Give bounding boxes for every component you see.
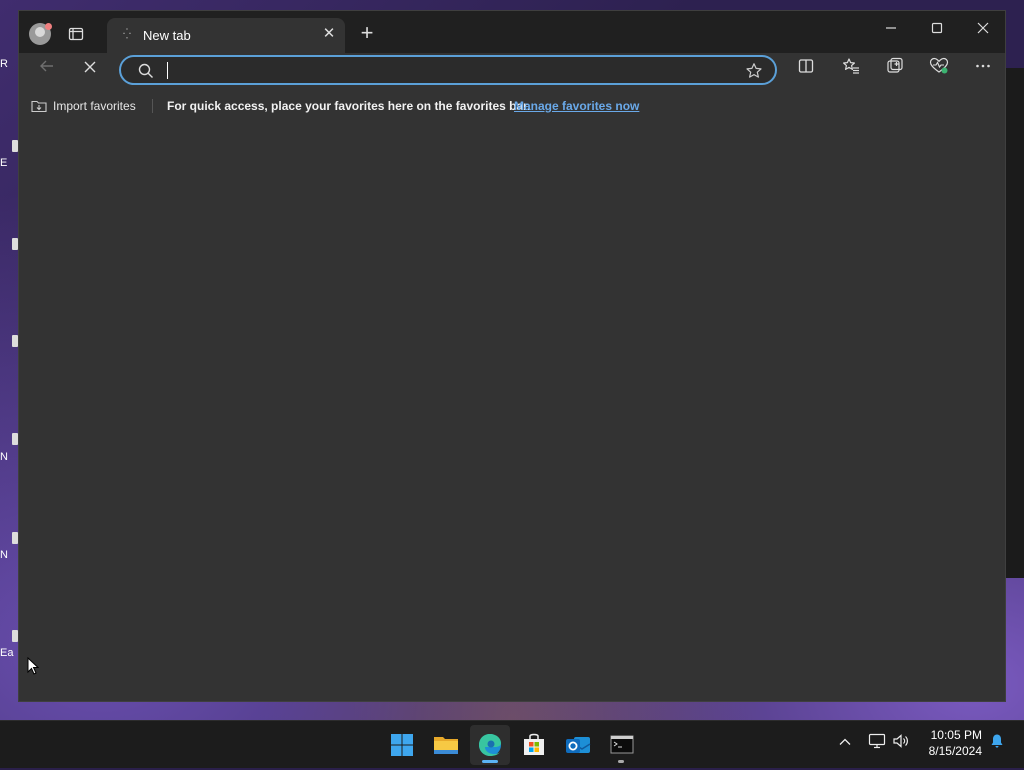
browser-essentials-button[interactable] xyxy=(925,57,953,85)
split-screen-button[interactable] xyxy=(792,57,820,85)
page-content-area[interactable] xyxy=(19,119,1005,701)
tab-close-icon[interactable]: ✕ xyxy=(321,26,337,42)
title-bar: ⁛ New tab ✕ + xyxy=(19,11,1005,53)
chevron-up-icon xyxy=(839,738,851,745)
address-bar[interactable] xyxy=(119,55,777,85)
volume-button[interactable] xyxy=(890,733,912,755)
background-window-edge xyxy=(1006,68,1024,578)
edge-taskbar-button[interactable] xyxy=(470,725,510,765)
system-clock[interactable]: 10:05 PM 8/15/2024 xyxy=(918,727,982,759)
browser-window: ⁛ New tab ✕ + Import favorites For quick… xyxy=(18,10,1006,702)
network-button[interactable] xyxy=(866,733,888,755)
more-dots-icon xyxy=(976,64,990,68)
terminal-button[interactable] xyxy=(602,725,642,765)
bell-icon xyxy=(991,734,1003,748)
file-explorer-icon xyxy=(434,737,458,754)
manage-favorites-link[interactable]: Manage favorites now xyxy=(514,99,639,113)
edge-icon xyxy=(479,734,501,756)
outlook-button[interactable] xyxy=(558,725,598,765)
back-button[interactable] xyxy=(33,57,61,85)
favorites-icon xyxy=(843,58,859,74)
collections-button[interactable] xyxy=(881,57,909,85)
start-button[interactable] xyxy=(382,725,422,765)
import-favorites-icon xyxy=(31,100,47,113)
outlook-icon xyxy=(566,737,591,753)
back-arrow-icon xyxy=(40,60,53,72)
loading-spinner-icon: ⁛ xyxy=(123,29,131,40)
microsoft-store-icon xyxy=(524,733,544,755)
new-tab-button[interactable]: + xyxy=(357,22,377,44)
minimize-button[interactable] xyxy=(871,17,911,41)
maximize-button[interactable] xyxy=(917,17,957,41)
maximize-icon xyxy=(931,22,943,34)
import-favorites-button[interactable]: Import favorites xyxy=(31,97,136,115)
close-window-button[interactable] xyxy=(963,17,1003,41)
desktop-icon-label[interactable]: Ea xyxy=(0,647,20,659)
stop-loading-button[interactable] xyxy=(76,57,104,85)
minimize-icon xyxy=(886,27,896,29)
profile-notification-dot xyxy=(45,23,52,30)
taskbar: 10:05 PM 8/15/2024 xyxy=(0,720,1024,768)
close-icon xyxy=(977,22,989,34)
notifications-button[interactable] xyxy=(986,733,1008,755)
desktop-icon-label[interactable]: E xyxy=(0,157,20,169)
terminal-icon xyxy=(610,735,634,754)
favorites-button[interactable] xyxy=(837,57,865,85)
add-favorite-star-icon[interactable] xyxy=(745,62,763,80)
tab-actions-icon xyxy=(68,27,84,41)
show-hidden-icons-button[interactable] xyxy=(834,733,856,755)
tab-new-tab[interactable]: ⁛ New tab ✕ xyxy=(107,18,345,53)
collections-icon xyxy=(887,57,903,73)
microsoft-store-button[interactable] xyxy=(514,725,554,765)
desktop-icon-label[interactable]: R xyxy=(0,58,20,70)
tab-title: New tab xyxy=(143,28,191,43)
clock-date: 8/15/2024 xyxy=(928,744,982,758)
favorites-bar-message: For quick access, place your favorites h… xyxy=(167,99,531,113)
favorites-bar: Import favorites For quick access, place… xyxy=(19,93,1005,119)
settings-and-more-button[interactable] xyxy=(969,57,997,85)
file-explorer-button[interactable] xyxy=(426,725,466,765)
navigation-toolbar xyxy=(19,53,1005,89)
search-icon xyxy=(138,63,153,78)
volume-icon xyxy=(893,734,908,748)
desktop-icon-label[interactable]: N xyxy=(0,451,20,463)
text-caret xyxy=(167,62,168,79)
active-app-indicator xyxy=(482,760,498,763)
tab-actions-button[interactable] xyxy=(67,25,85,43)
import-favorites-label: Import favorites xyxy=(53,99,136,113)
mouse-pointer-icon xyxy=(27,657,39,675)
address-input[interactable] xyxy=(165,61,729,81)
network-icon xyxy=(868,733,886,749)
favorites-separator xyxy=(152,99,153,113)
desktop-icon-label[interactable]: N xyxy=(0,549,20,561)
clock-time: 10:05 PM xyxy=(930,728,982,742)
heart-pulse-icon xyxy=(929,57,949,74)
split-screen-icon xyxy=(798,59,814,73)
stop-icon xyxy=(84,61,96,73)
running-app-indicator xyxy=(618,760,624,763)
start-icon xyxy=(391,734,413,756)
